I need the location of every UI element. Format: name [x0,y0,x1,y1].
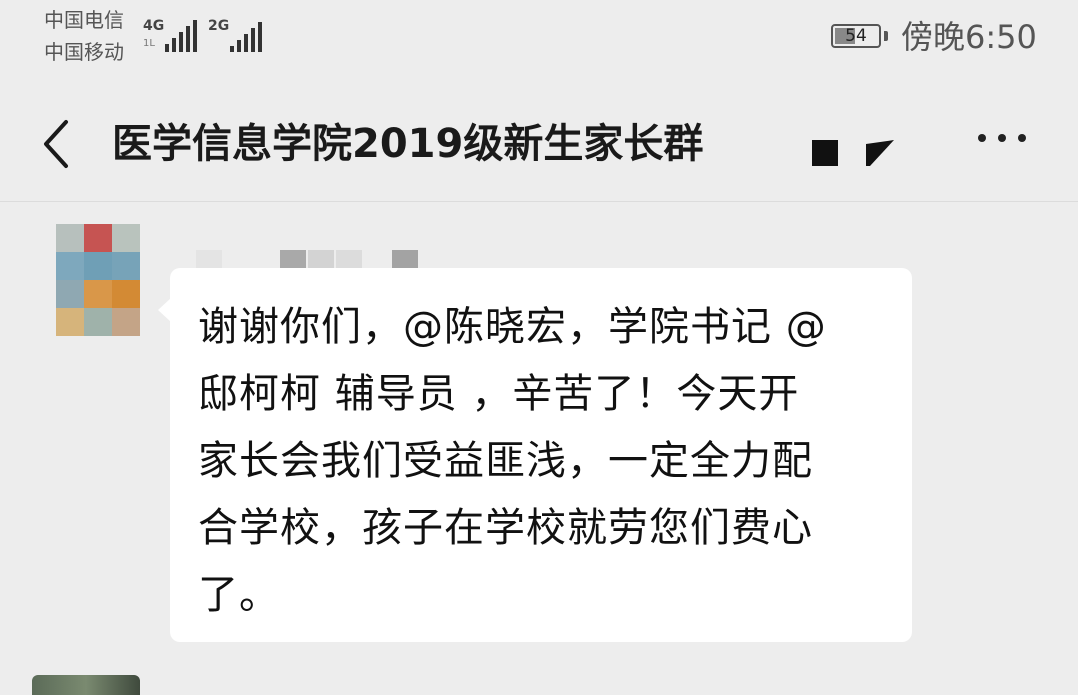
carrier-1-label: 中国电信 [44,8,124,32]
redaction-mark [866,140,894,166]
message-line: 邸柯柯 辅导员 ，辛苦了！今天开 [198,371,800,417]
more-options-icon[interactable] [976,126,1028,148]
message-line: 谢谢你们，@陈晓宏，学院书记 @ [198,304,827,350]
signal-2-icon: 2G [208,14,268,54]
message-bubble[interactable]: 谢谢你们，@陈晓宏，学院书记 @ 邸柯柯 辅导员 ，辛苦了！今天开 家长会我们受… [170,268,912,642]
message-line: 了。 [198,572,280,618]
next-message-avatar[interactable] [32,675,140,695]
signal-1-icon: 4G 1L [143,14,203,54]
battery-level: 54 [845,26,867,46]
redaction-mark [812,140,838,166]
chat-header: 医学信息学院2019级新生家长群 [0,90,1078,202]
battery-icon: 54 [831,24,881,48]
message-line: 家长会我们受益匪浅，一定全力配 [198,438,813,484]
avatar[interactable] [56,224,140,336]
message-line: 合学校，孩子在学校就劳您们费心 [198,505,813,551]
chat-title: 医学信息学院2019级新生家长群 [112,121,704,167]
status-bar: 中国电信 中国移动 4G 1L 2G 54 傍晚6:50 [0,0,1078,80]
back-arrow-icon[interactable] [38,116,78,172]
header-divider [0,201,1078,202]
status-time: 傍晚6:50 [901,18,1037,56]
signal-1-sub: 1L [143,38,155,49]
battery-tip [884,31,888,41]
carrier-2-label: 中国移动 [44,40,124,64]
